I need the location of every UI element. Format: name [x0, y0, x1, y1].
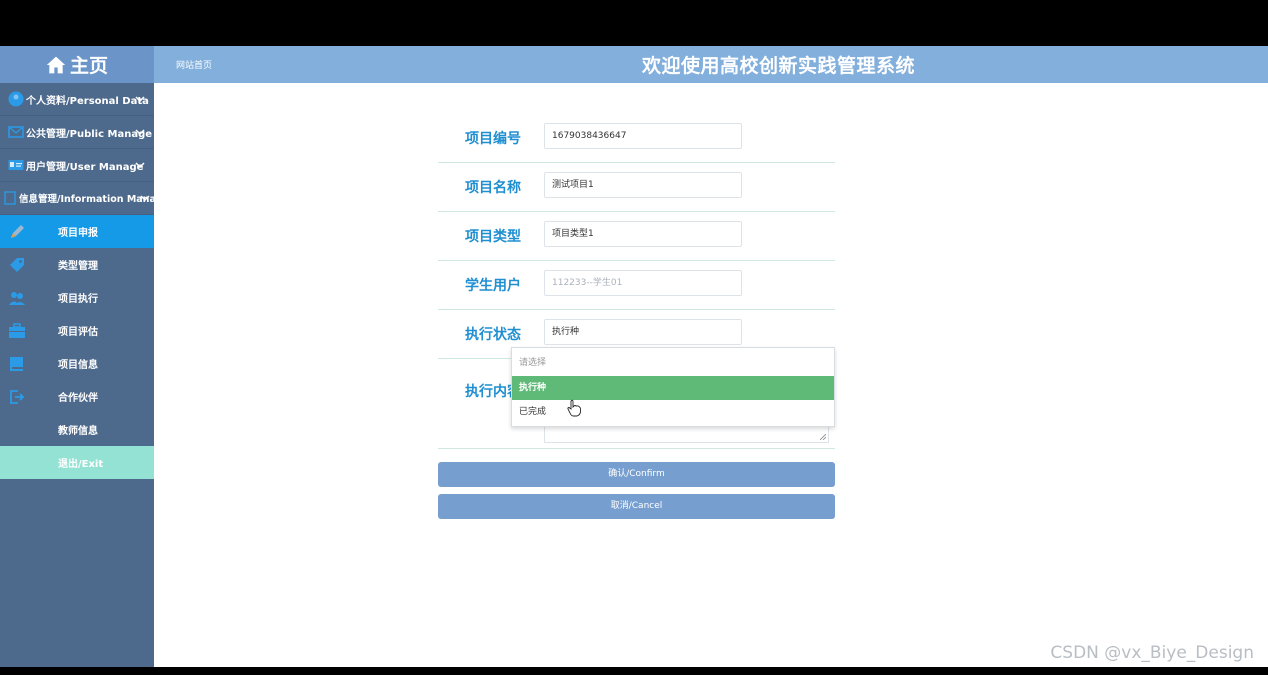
app-window: 主页 个人资料/Personal Data 公共管理/Public Manage… [0, 46, 1268, 667]
dropdown-option-in-progress[interactable]: 执行种 [512, 376, 834, 400]
menu-group-label: 个人资料/Personal Data [26, 95, 149, 107]
resize-handle-icon[interactable] [820, 434, 826, 440]
sidebar-item-type-manage[interactable]: 类型管理 [0, 248, 154, 281]
project-name-label: 项目名称 [465, 180, 521, 196]
project-type-label: 项目类型 [465, 229, 521, 245]
sidebar-exit-button[interactable]: 退出/Exit [0, 446, 154, 479]
sidebar-item-label: 类型管理 [58, 261, 98, 272]
form-row-project-no: 项目编号 1679038436647 [438, 114, 835, 163]
chevron-down-icon [135, 162, 145, 169]
logout-icon [10, 389, 25, 404]
project-name-input[interactable]: 测试项目1 [544, 172, 742, 198]
dropdown-option-placeholder[interactable]: 请选择 [512, 348, 834, 376]
dropdown-option-completed[interactable]: 已完成 [512, 400, 834, 424]
sidebar-item-project-info[interactable]: 项目信息 [0, 347, 154, 380]
book-icon [10, 356, 23, 371]
form-row-student-user: 学生用户 112233--学生01 [438, 261, 835, 310]
sidebar-item-project-execute[interactable]: 项目执行 [0, 281, 154, 314]
chevron-down-icon [140, 195, 150, 202]
confirm-button[interactable]: 确认/Confirm [438, 462, 835, 487]
cancel-button[interactable]: 取消/Cancel [438, 494, 835, 519]
menu-group-label: 用户管理/User Manage [26, 161, 144, 173]
brand-home[interactable]: 主页 [0, 46, 154, 83]
exec-status-dropdown: 请选择 执行种 已完成 [511, 347, 835, 427]
menu-group-personal[interactable]: 个人资料/Personal Data [0, 83, 154, 116]
sidebar-item-label: 项目评估 [58, 327, 98, 338]
exec-content-textarea[interactable] [544, 425, 829, 443]
user-circle-icon [8, 91, 24, 107]
menu-group-label: 公共管理/Public Manage [26, 128, 153, 140]
sidebar-item-label: 项目信息 [58, 360, 98, 371]
blank-icon [8, 421, 26, 439]
sidebar: 主页 个人资料/Personal Data 公共管理/Public Manage… [0, 46, 169, 667]
chevron-down-icon [135, 129, 145, 136]
id-card-icon [8, 160, 24, 170]
sidebar-item-label: 项目申报 [58, 228, 98, 239]
student-user-label: 学生用户 [465, 278, 521, 294]
sidebar-item-label: 合作伙伴 [58, 393, 98, 404]
menu-group-user[interactable]: 用户管理/User Manage [0, 149, 154, 182]
exec-status-label: 执行状态 [465, 327, 521, 343]
website-home-link[interactable]: 网站首页 [176, 58, 212, 71]
system-title: 欢迎使用高校创新实践管理系统 [642, 55, 916, 77]
watermark: CSDN @vx_Biye_Design [1050, 643, 1254, 663]
briefcase-icon [9, 322, 25, 338]
chevron-down-icon [135, 96, 145, 103]
sidebar-item-partner[interactable]: 合作伙伴 [0, 380, 154, 413]
project-no-label: 项目编号 [465, 131, 521, 147]
student-user-field: 112233--学生01 [544, 270, 742, 296]
exit-label: 退出/Exit [58, 459, 104, 470]
people-icon [9, 291, 25, 305]
menu-group-information[interactable]: 信息管理/Information Manage [0, 182, 169, 215]
tag-icon [10, 257, 24, 272]
sidebar-item-label: 教师信息 [58, 426, 98, 437]
project-type-select[interactable]: 项目类型1 [544, 221, 742, 247]
info-icon [4, 191, 16, 205]
form-row-project-name: 项目名称 测试项目1 [438, 163, 835, 212]
sidebar-item-teacher-info[interactable]: 教师信息 [0, 413, 154, 446]
hand-cursor-icon [567, 399, 581, 417]
sidebar-item-label: 项目执行 [58, 294, 98, 305]
brand-label: 主页 [69, 55, 108, 77]
mail-icon [8, 126, 24, 138]
screen-frame: 主页 个人资料/Personal Data 公共管理/Public Manage… [0, 0, 1268, 675]
form-row-project-type: 项目类型 项目类型1 [438, 212, 835, 261]
project-no-input[interactable]: 1679038436647 [544, 123, 742, 149]
sidebar-item-project-evaluate[interactable]: 项目评估 [0, 314, 154, 347]
home-icon [46, 56, 66, 73]
menu-group-public[interactable]: 公共管理/Public Manage [0, 116, 154, 149]
pencil-icon [11, 224, 24, 238]
exec-status-select[interactable]: 执行种 [544, 319, 742, 345]
sidebar-item-project-apply[interactable]: 项目申报 [0, 215, 154, 248]
top-header: 网站首页 欢迎使用高校创新实践管理系统 [154, 46, 1268, 83]
